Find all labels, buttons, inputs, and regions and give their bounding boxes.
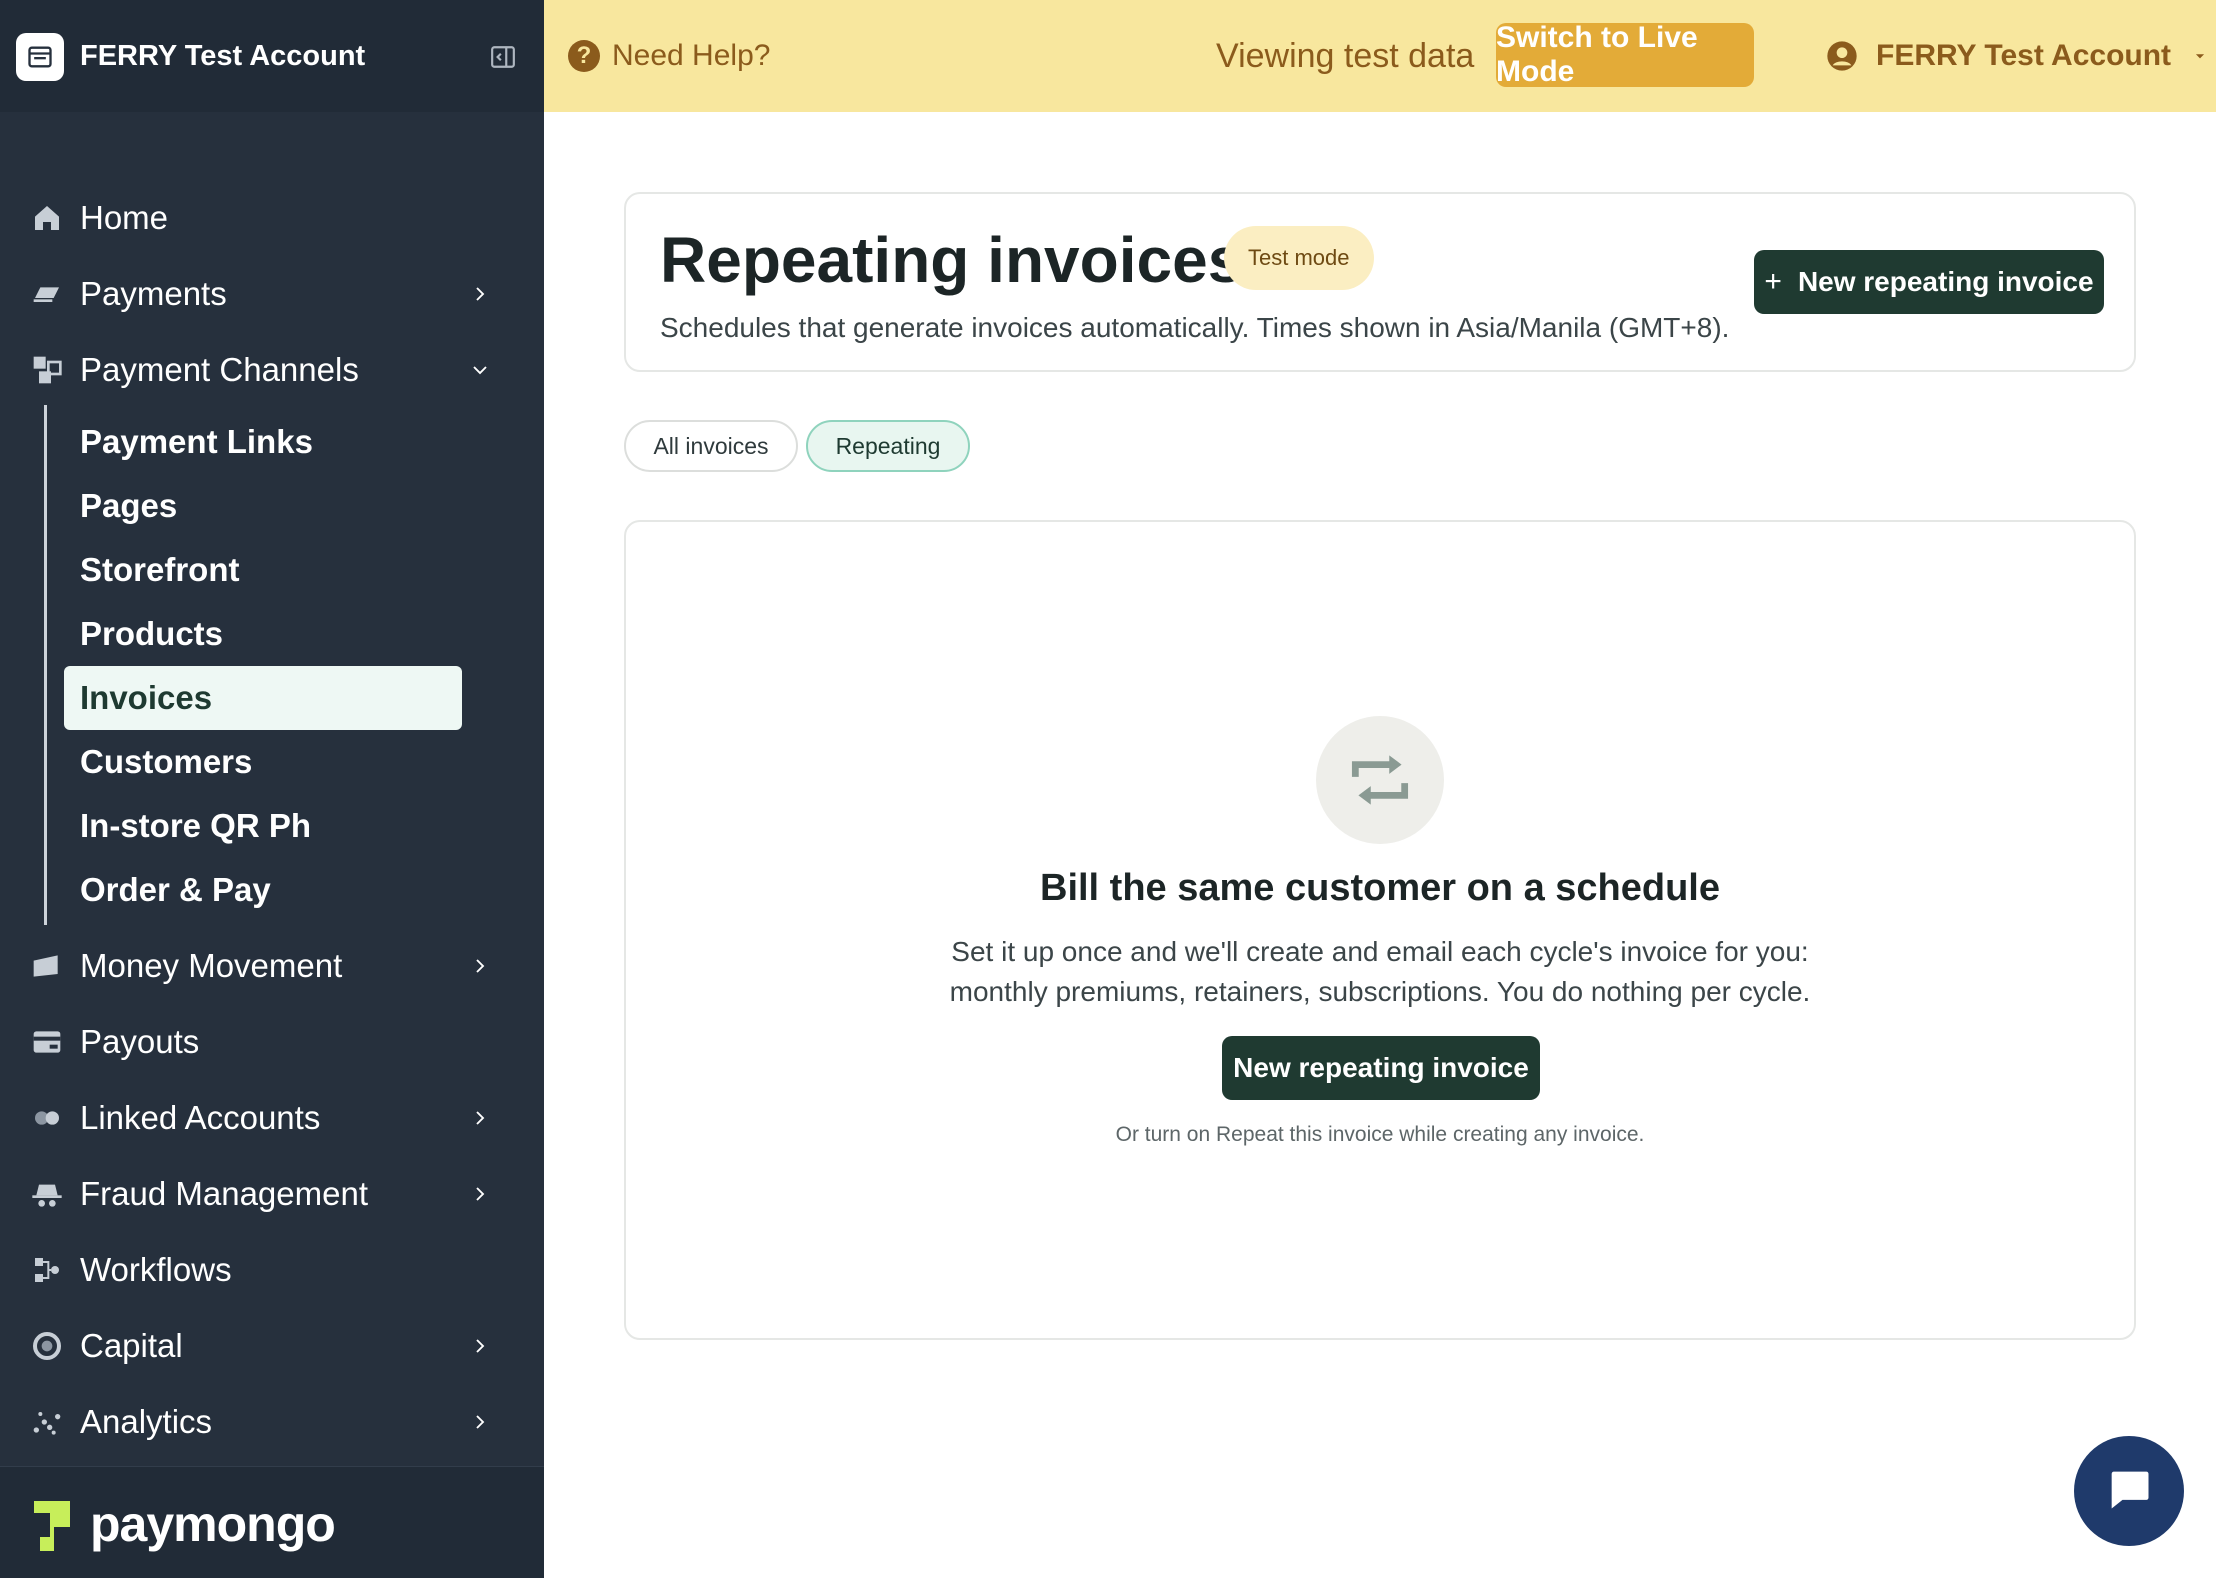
nav-capital[interactable]: Capital [0,1314,544,1378]
nav-workflows[interactable]: Workflows [0,1238,544,1302]
sidebar-footer: paymongo [0,1466,544,1578]
empty-state-card: Bill the same customer on a schedule Set… [624,520,2136,1340]
nav-analytics[interactable]: Analytics [0,1390,544,1454]
workflows-icon [30,1253,64,1287]
chevron-down-icon [466,356,494,384]
home-icon [30,201,64,235]
caret-down-icon [2193,49,2207,63]
nav-analytics-label: Analytics [80,1403,213,1440]
empty-state-hint: Or turn on Repeat this invoice while cre… [1115,1123,1645,1146]
test-mode-badge: Test mode [1224,226,1374,290]
chat-support-button[interactable] [2074,1436,2184,1546]
test-mode-banner: ? Need Help? Viewing test data Switch to… [544,0,2216,112]
sidebar-item-products[interactable]: Products [64,602,462,666]
sidebar-item-storefront[interactable]: Storefront [64,538,462,602]
payment-channels-icon [30,353,64,387]
nav-workflows-label: Workflows [80,1251,232,1288]
chevron-right-icon [466,1332,494,1360]
nav-fraud-management[interactable]: Fraud Management [0,1162,544,1226]
user-avatar-icon [1826,40,1858,72]
nav-payouts-label: Payouts [80,1023,200,1060]
switch-to-live-mode-button[interactable]: Switch to Live Mode [1496,21,1754,88]
account-store-icon[interactable] [16,33,64,81]
sidebar-item-in-store-qr-ph[interactable]: In-store QR Ph [64,794,462,858]
chevron-right-icon [466,280,494,308]
nav-money-movement[interactable]: Money Movement [0,934,544,998]
nav-fraud-management-label: Fraud Management [80,1175,368,1212]
money-movement-icon [30,949,64,983]
sidebar-item-customers[interactable]: Customers [64,730,462,794]
page-header-card: Repeating invoices Test mode Schedules t… [624,192,2136,372]
sidebar-header: FERRY Test Account [0,0,544,112]
nav-payments[interactable]: Payments [0,262,544,326]
page-title: Repeating invoices [660,224,1244,296]
empty-state-description-line-2: monthly premiums, retainers, subscriptio… [949,976,1811,1007]
empty-state-description-line-1: Set it up once and we'll create and emai… [951,936,1809,967]
chat-bubble-icon [2103,1463,2155,1520]
analytics-icon [30,1405,64,1439]
page-subtitle: Schedules that generate invoices automat… [660,312,1730,343]
sidebar-item-payment-links[interactable]: Payment Links [64,410,462,474]
sidebar: FERRY Test Account Home Payments Payment… [0,0,544,1578]
payments-icon [30,277,64,311]
new-repeating-invoice-button[interactable]: + New repeating invoice [1754,250,2104,314]
nav-money-movement-label: Money Movement [80,947,343,984]
nav-payouts[interactable]: Payouts [0,1010,544,1074]
empty-state-title: Bill the same customer on a schedule [1040,867,1720,909]
collapse-sidebar-icon[interactable] [486,40,520,74]
user-menu-label: FERRY Test Account [1876,39,2172,72]
question-icon: ? [568,40,600,72]
submenu-guide-line [44,405,47,925]
empty-state-description: Set it up once and we'll create and emai… [626,932,2134,1012]
need-help-label: Need Help? [612,39,771,72]
nav-capital-label: Capital [80,1327,183,1364]
sidebar-item-invoices[interactable]: Invoices [64,666,462,730]
chevron-right-icon [466,1408,494,1436]
capital-icon [30,1329,64,1363]
nav-linked-accounts-label: Linked Accounts [80,1099,321,1136]
account-name[interactable]: FERRY Test Account [80,38,365,74]
chevron-right-icon [466,1180,494,1208]
repeat-icon [1316,716,1444,844]
sidebar-item-order-and-pay[interactable]: Order & Pay [64,858,462,922]
sidebar-item-pages[interactable]: Pages [64,474,462,538]
nav-payments-label: Payments [80,275,227,312]
chevron-right-icon [466,1104,494,1132]
paymongo-logo-icon [30,1497,74,1555]
new-repeating-invoice-label: New repeating invoice [1797,266,2094,297]
payouts-icon [30,1025,64,1059]
nav-home-label: Home [80,199,169,236]
empty-state-new-repeating-invoice-button[interactable]: New repeating invoice [1222,1036,1540,1100]
chevron-right-icon [466,952,494,980]
nav-linked-accounts[interactable]: Linked Accounts [0,1086,544,1150]
tab-all-invoices[interactable]: All invoices [624,420,798,472]
plus-icon: + [1764,265,1782,298]
paymongo-logo-text: paymongo [90,1496,336,1552]
need-help-link[interactable]: ? Need Help? [568,38,770,74]
viewing-test-data-label: Viewing test data [1216,37,1475,75]
user-menu[interactable]: FERRY Test Account [1826,38,2207,74]
tab-repeating[interactable]: Repeating [806,420,970,472]
nav-home[interactable]: Home [0,186,544,250]
linked-accounts-icon [30,1101,64,1135]
nav-payment-channels[interactable]: Payment Channels [0,338,544,402]
spy-hat-icon [30,1177,64,1211]
nav-payment-channels-label: Payment Channels [80,351,359,388]
